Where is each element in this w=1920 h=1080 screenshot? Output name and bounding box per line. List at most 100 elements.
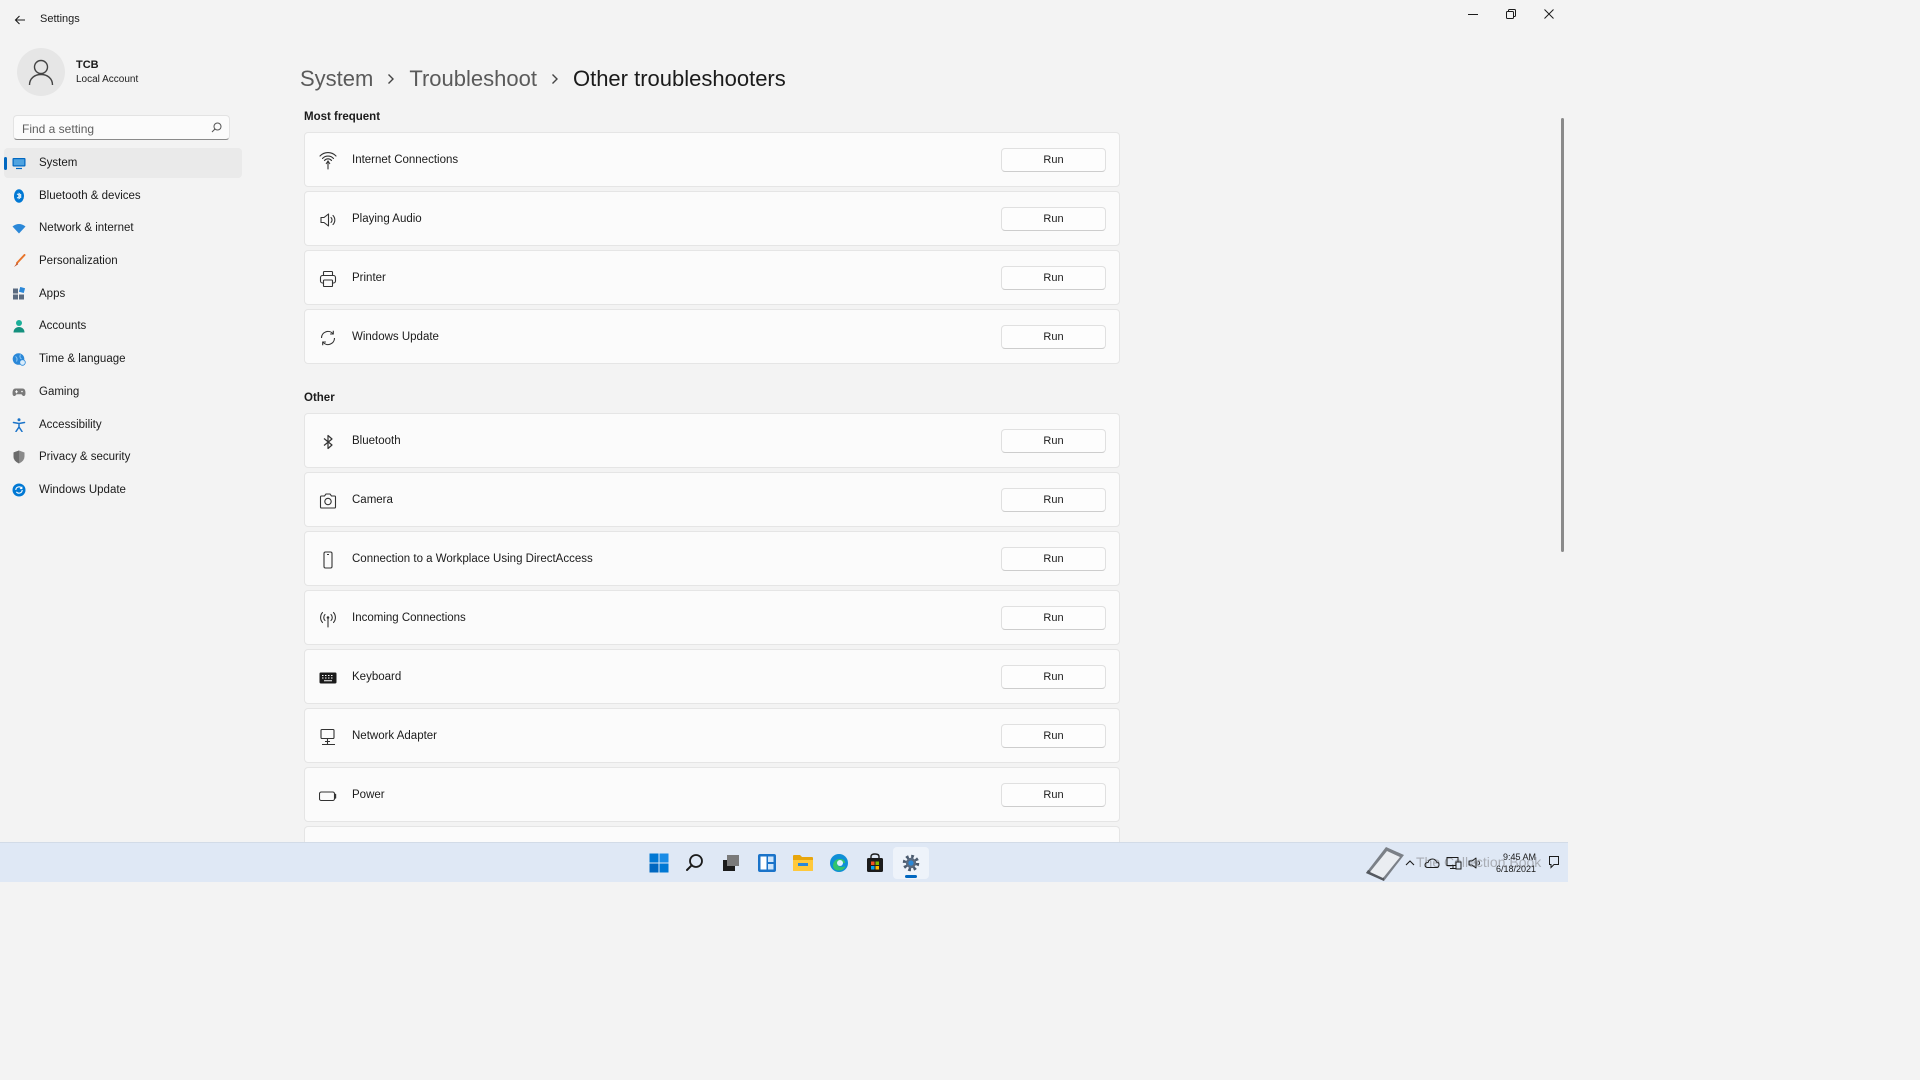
- search-icon: [686, 854, 703, 871]
- troubleshooter-card-windows-update: Windows Update Run: [304, 309, 1120, 364]
- troubleshooter-card-power: Power Run: [304, 767, 1120, 822]
- section-title-other: Other: [304, 392, 335, 404]
- accessibility-icon: [12, 417, 26, 432]
- run-button-playing-audio[interactable]: Run: [1001, 207, 1106, 231]
- troubleshooter-label: Incoming Connections: [352, 612, 466, 624]
- settings-taskbar-button[interactable]: [893, 847, 929, 879]
- task-view-icon: [723, 855, 739, 871]
- nav-label-privacy-security: Privacy & security: [39, 451, 131, 464]
- keyboard-icon: [319, 672, 337, 684]
- run-button-internet-connections[interactable]: Run: [1001, 148, 1106, 172]
- file-explorer-icon: [793, 855, 813, 871]
- troubleshooter-label: Playing Audio: [352, 213, 422, 225]
- taskbar-search-button[interactable]: [677, 847, 713, 879]
- nav-item-bluetooth-devices[interactable]: Bluetooth & devices: [4, 181, 242, 211]
- system-icon: [12, 158, 26, 170]
- apps-icon: [13, 286, 26, 300]
- notifications-button[interactable]: [1548, 855, 1560, 869]
- breadcrumb-troubleshoot[interactable]: Troubleshoot: [409, 66, 537, 92]
- run-button-power[interactable]: Run: [1001, 783, 1106, 807]
- edge-button[interactable]: [821, 847, 857, 879]
- troubleshooter-card-printer: Printer Run: [304, 250, 1120, 305]
- start-button[interactable]: [641, 847, 677, 879]
- settings-gear-icon: [902, 854, 920, 872]
- store-button[interactable]: [857, 847, 893, 879]
- sync-icon: [320, 330, 336, 346]
- update-icon: [12, 483, 26, 497]
- task-view-button[interactable]: [713, 847, 749, 879]
- nav-list: System Bluetooth & devices Network & int…: [4, 148, 242, 508]
- search-input[interactable]: [14, 116, 214, 141]
- nav-label-accounts: Accounts: [39, 320, 87, 333]
- printer-icon: [319, 270, 337, 288]
- scrollbar-thumb[interactable]: [1561, 118, 1564, 552]
- start-icon: [649, 853, 669, 873]
- run-button-windows-update[interactable]: Run: [1001, 325, 1106, 349]
- network-icon: [1446, 857, 1462, 870]
- troubleshooter-label: Keyboard: [352, 671, 402, 683]
- file-explorer-button[interactable]: [785, 847, 821, 879]
- back-button[interactable]: [10, 10, 30, 30]
- clock[interactable]: 9:45 AM 6/18/2021: [1478, 851, 1536, 875]
- troubleshooter-label: Network Adapter: [352, 730, 438, 742]
- nav-item-accessibility[interactable]: Accessibility: [4, 410, 242, 440]
- nav-item-system[interactable]: System: [4, 148, 242, 178]
- user-profile[interactable]: TCB Local Account: [17, 46, 138, 98]
- onedrive-cloud-icon: [1424, 858, 1440, 868]
- close-button[interactable]: [1530, 0, 1568, 28]
- minimize-button[interactable]: [1454, 0, 1492, 28]
- globe-clock-icon: [12, 353, 26, 366]
- troubleshooter-label: Power: [352, 789, 385, 801]
- troubleshooter-card-bluetooth: Bluetooth Run: [304, 413, 1120, 468]
- phone-device-icon: [323, 551, 333, 569]
- system-tray: [1400, 853, 1488, 873]
- nav-item-privacy-security[interactable]: Privacy & security: [4, 442, 242, 472]
- edge-icon: [830, 854, 848, 872]
- show-hidden-icons-button[interactable]: [1400, 853, 1420, 873]
- breadcrumb-system[interactable]: System: [300, 66, 373, 92]
- clock-date: 6/18/2021: [1495, 864, 1536, 874]
- run-button-directaccess[interactable]: Run: [1001, 547, 1106, 571]
- user-name: TCB: [76, 59, 99, 71]
- title-bar: Settings: [0, 0, 1568, 38]
- troubleshooter-label: Windows Update: [352, 331, 439, 343]
- nav-item-time-language[interactable]: Time & language: [4, 344, 242, 374]
- nav-item-personalization[interactable]: Personalization: [4, 246, 242, 276]
- bubble-icon: [1549, 856, 1559, 869]
- chevron-right-icon: [387, 73, 395, 85]
- nav-label-windows-update: Windows Update: [39, 483, 126, 496]
- breadcrumb: System Troubleshoot Other troubleshooter…: [300, 62, 786, 96]
- search-icon[interactable]: [211, 122, 222, 133]
- nav-item-apps[interactable]: Apps: [4, 279, 242, 309]
- nav-item-windows-update[interactable]: Windows Update: [4, 475, 242, 505]
- nav-label-time-language: Time & language: [39, 353, 126, 366]
- battery-icon: [319, 791, 337, 802]
- widgets-button[interactable]: [749, 847, 785, 879]
- restore-button[interactable]: [1492, 0, 1530, 28]
- onedrive-button[interactable]: [1422, 853, 1442, 873]
- wifi-icon: [12, 224, 26, 234]
- troubleshooter-label: Connection to a Workplace Using DirectAc…: [352, 553, 593, 565]
- restore-icon: [1506, 9, 1516, 19]
- widgets-icon: [758, 854, 776, 872]
- taskbar-apps: [641, 847, 929, 879]
- run-button-bluetooth[interactable]: Run: [1001, 429, 1106, 453]
- run-button-printer[interactable]: Run: [1001, 266, 1106, 290]
- run-button-keyboard[interactable]: Run: [1001, 665, 1106, 689]
- run-button-incoming-connections[interactable]: Run: [1001, 606, 1106, 630]
- nav-item-accounts[interactable]: Accounts: [4, 311, 242, 341]
- run-button-network-adapter[interactable]: Run: [1001, 724, 1106, 748]
- nav-item-gaming[interactable]: Gaming: [4, 377, 242, 407]
- section-title-most-frequent: Most frequent: [304, 111, 381, 123]
- run-button-camera[interactable]: Run: [1001, 488, 1106, 512]
- shield-icon: [13, 450, 25, 464]
- nav-label-network-internet: Network & internet: [39, 222, 134, 235]
- network-tray-button[interactable]: [1444, 853, 1464, 873]
- taskbar: The Collection Book 9:45 AM 6/18/2021: [0, 842, 1568, 882]
- nav-label-bluetooth-devices: Bluetooth & devices: [39, 189, 141, 202]
- nav-item-network-internet[interactable]: Network & internet: [4, 213, 242, 243]
- nav-label-personalization: Personalization: [39, 255, 118, 268]
- troubleshooter-label: Bluetooth: [352, 435, 401, 447]
- chevron-up-icon: [1405, 860, 1415, 866]
- person-icon: [13, 320, 25, 333]
